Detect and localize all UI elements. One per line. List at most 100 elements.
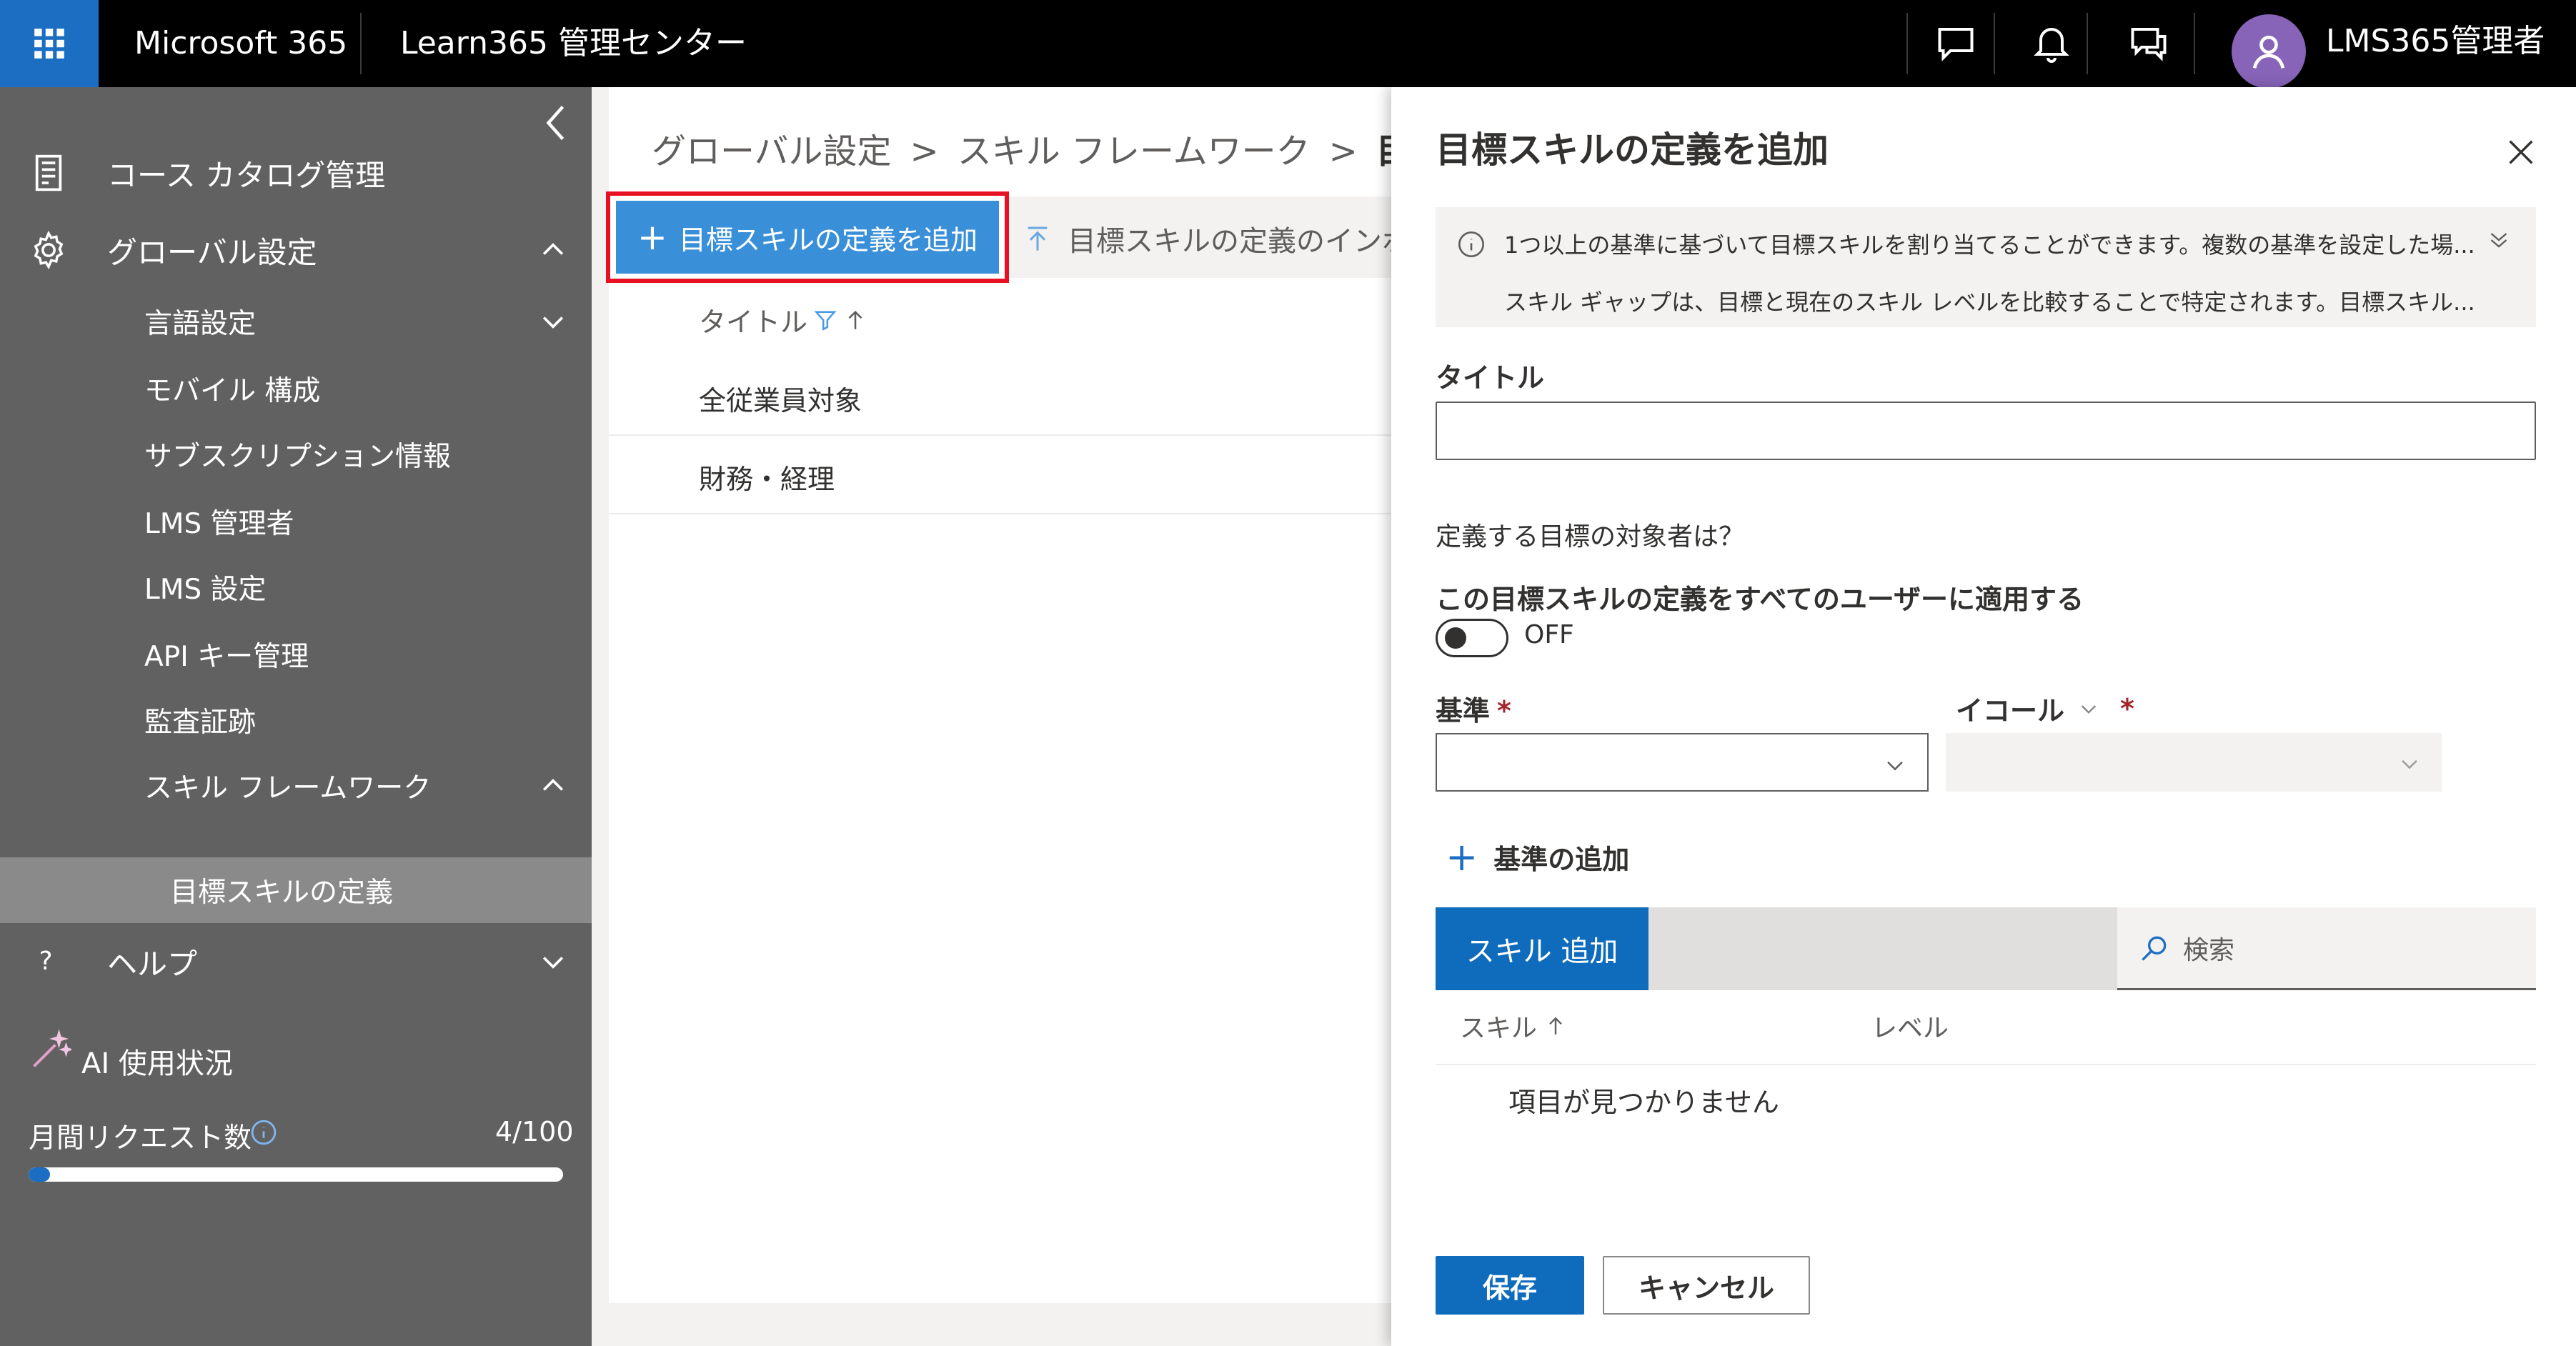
toggle-state: OFF <box>1524 620 1574 649</box>
criteria-label-text: 基準 <box>1436 695 1491 727</box>
add-skill-button[interactable]: スキル 追加 <box>1436 907 1648 990</box>
sort-ascending-icon[interactable] <box>843 307 867 333</box>
title-field-label: タイトル <box>1436 362 1545 394</box>
chevron-right-icon: > <box>1328 131 1358 171</box>
chevron-down-icon <box>542 316 564 329</box>
divider <box>1436 1064 2536 1065</box>
add-target-skill-button[interactable]: + 目標スキルの定義を追加 <box>616 201 999 274</box>
sidebar-item-label: コース カタログ管理 <box>107 157 386 193</box>
search-icon <box>2142 936 2167 961</box>
filter-icon[interactable] <box>813 307 837 333</box>
operator-dropdown[interactable] <box>1946 733 2442 792</box>
add-criteria-button[interactable]: + 基準の追加 <box>1446 837 1629 877</box>
user-name[interactable]: LMS365管理者 <box>2326 0 2545 83</box>
sidebar-item-label: モバイル 構成 <box>144 375 321 407</box>
sidebar-item-label: 言語設定 <box>144 308 257 340</box>
table-row[interactable]: 財務・経理 <box>609 436 1391 514</box>
catalog-icon <box>35 154 62 191</box>
apply-all-label: この目標スキルの定義をすべてのユーザーに適用する <box>1436 584 2084 615</box>
search-placeholder: 検索 <box>2183 935 2235 965</box>
chevron-down-icon <box>2081 704 2097 714</box>
column-header-label: スキル <box>1460 1014 1538 1043</box>
sidebar-item-audit[interactable]: 監査証跡 <box>0 687 592 753</box>
import-button[interactable]: 目標スキルの定義のインポー <box>1023 218 1439 259</box>
sidebar-item-course-catalog[interactable]: コース カタログ管理 <box>0 137 592 209</box>
operator-label-text: イコール <box>1956 695 2065 727</box>
empty-state: 項目が見つかりません <box>1508 1087 1779 1118</box>
audience-question: 定義する目標の対象者は？ <box>1436 522 1745 552</box>
chevron-up-icon <box>542 243 564 255</box>
sidebar-item-label: サブスクリプション情報 <box>144 441 452 473</box>
monthly-requests-label: 月間リクエスト数 <box>29 1122 252 1155</box>
panel-title: 目標スキルの定義を追加 <box>1436 129 1829 171</box>
monthly-requests-count: 4/100 <box>495 1116 574 1147</box>
sidebar-item-label: グローバル設定 <box>107 234 317 270</box>
chevron-up-icon <box>542 779 564 791</box>
required-mark: * <box>2120 692 2134 724</box>
criteria-dropdown[interactable] <box>1436 733 1929 792</box>
sidebar-item-label: LMS 管理者 <box>144 508 294 540</box>
sort-ascending-icon <box>1549 1017 1562 1035</box>
title-input[interactable] <box>1436 402 2536 460</box>
chevron-down-icon <box>1887 761 1903 771</box>
divider <box>360 13 362 74</box>
brand-name[interactable]: Microsoft 365 <box>134 0 347 87</box>
expand-icon[interactable] <box>2486 227 2512 253</box>
import-label: 目標スキルの定義のインポー <box>1068 225 1439 258</box>
top-bar: Microsoft 365 Learn365 管理センター LMS365管理者 <box>0 0 2576 89</box>
column-header-title[interactable]: タイトル <box>699 300 867 339</box>
column-header-label: タイトル <box>699 306 808 338</box>
add-target-skill-panel: 目標スキルの定義を追加 1つ以上の基準に基づいて目標スキルを割り当てることができ… <box>1391 87 2576 1346</box>
chevron-down-icon <box>2402 759 2417 769</box>
app-title: Learn365 管理センター <box>400 25 747 61</box>
sidebar-item-label: ヘルプ <box>107 946 198 982</box>
column-header-skill[interactable]: スキル <box>1460 1007 1567 1045</box>
toggle-knob <box>1445 627 1466 649</box>
chevron-down-icon <box>542 957 564 969</box>
sidebar-item-api-keys[interactable]: API キー管理 <box>0 622 592 687</box>
table-row[interactable]: 全従業員対象 <box>609 357 1391 436</box>
sidebar-item-lms-admin[interactable]: LMS 管理者 <box>0 489 592 554</box>
search-box[interactable]: 検索 <box>2117 907 2536 990</box>
row-title[interactable]: 財務・経理 <box>699 457 835 497</box>
sidebar-item-global-settings[interactable]: グローバル設定 <box>0 214 592 286</box>
operator-label[interactable]: イコール * <box>1956 689 2134 728</box>
sidebar-item-target-skills[interactable]: 目標スキルの定義 <box>0 857 592 923</box>
usage-progress-bar <box>29 1167 563 1182</box>
ai-usage-title: AI 使用状況 <box>81 1047 233 1080</box>
cancel-button[interactable]: キャンセル <box>1603 1256 1810 1315</box>
feedback-icon[interactable] <box>2088 0 2209 87</box>
add-target-skill-label: 目標スキルの定義を追加 <box>678 224 978 256</box>
sidebar-item-label: 目標スキルの定義 <box>170 877 394 909</box>
breadcrumb-item[interactable]: グローバル設定 <box>652 131 892 171</box>
sidebar-item-help[interactable]: ? ヘルプ <box>0 927 592 996</box>
upload-icon <box>1028 226 1048 251</box>
save-button[interactable]: 保存 <box>1436 1256 1584 1315</box>
info-message-bar: 1つ以上の基準に基づいて目標スキルを割り当てることができます。複数の基準を設定し… <box>1436 207 2536 327</box>
info-icon[interactable] <box>250 1119 277 1146</box>
sidebar: コース カタログ管理 グローバル設定 言語設定 モバイル 構成 サブスクリプショ… <box>0 87 592 1346</box>
close-icon[interactable] <box>2505 136 2537 169</box>
sidebar-item-mobile[interactable]: モバイル 構成 <box>0 356 592 422</box>
gear-icon <box>34 230 64 270</box>
criteria-label: 基準 * <box>1436 689 1511 728</box>
avatar[interactable] <box>2232 14 2306 89</box>
sidebar-item-label: API キー管理 <box>144 641 309 673</box>
chevron-right-icon: > <box>910 131 939 171</box>
apply-all-toggle[interactable] <box>1436 619 1508 657</box>
info-message-line2: スキル ギャップは、目標と現在のスキル レベルを比較することで特定されます。目標… <box>1504 289 2475 316</box>
column-header-level[interactable]: レベル <box>1871 1007 1949 1045</box>
add-criteria-label: 基準の追加 <box>1493 844 1630 875</box>
sidebar-item-language[interactable]: 言語設定 <box>0 289 592 354</box>
sidebar-item-skill-framework[interactable]: スキル フレームワーク <box>0 753 592 819</box>
question-icon: ? <box>39 947 53 976</box>
magic-wand-icon <box>33 1029 71 1067</box>
sidebar-item-label: LMS 設定 <box>144 574 267 606</box>
usage-progress-fill <box>29 1167 50 1182</box>
breadcrumb-item[interactable]: スキル フレームワーク <box>958 131 1311 171</box>
sidebar-item-subscription[interactable]: サブスクリプション情報 <box>0 422 592 487</box>
info-message-line1: 1つ以上の基準に基づいて目標スキルを割り当てることができます。複数の基準を設定し… <box>1504 231 2475 259</box>
waffle-icon[interactable] <box>0 0 99 87</box>
row-title[interactable]: 全従業員対象 <box>699 379 862 418</box>
sidebar-item-lms-settings[interactable]: LMS 設定 <box>0 554 592 620</box>
